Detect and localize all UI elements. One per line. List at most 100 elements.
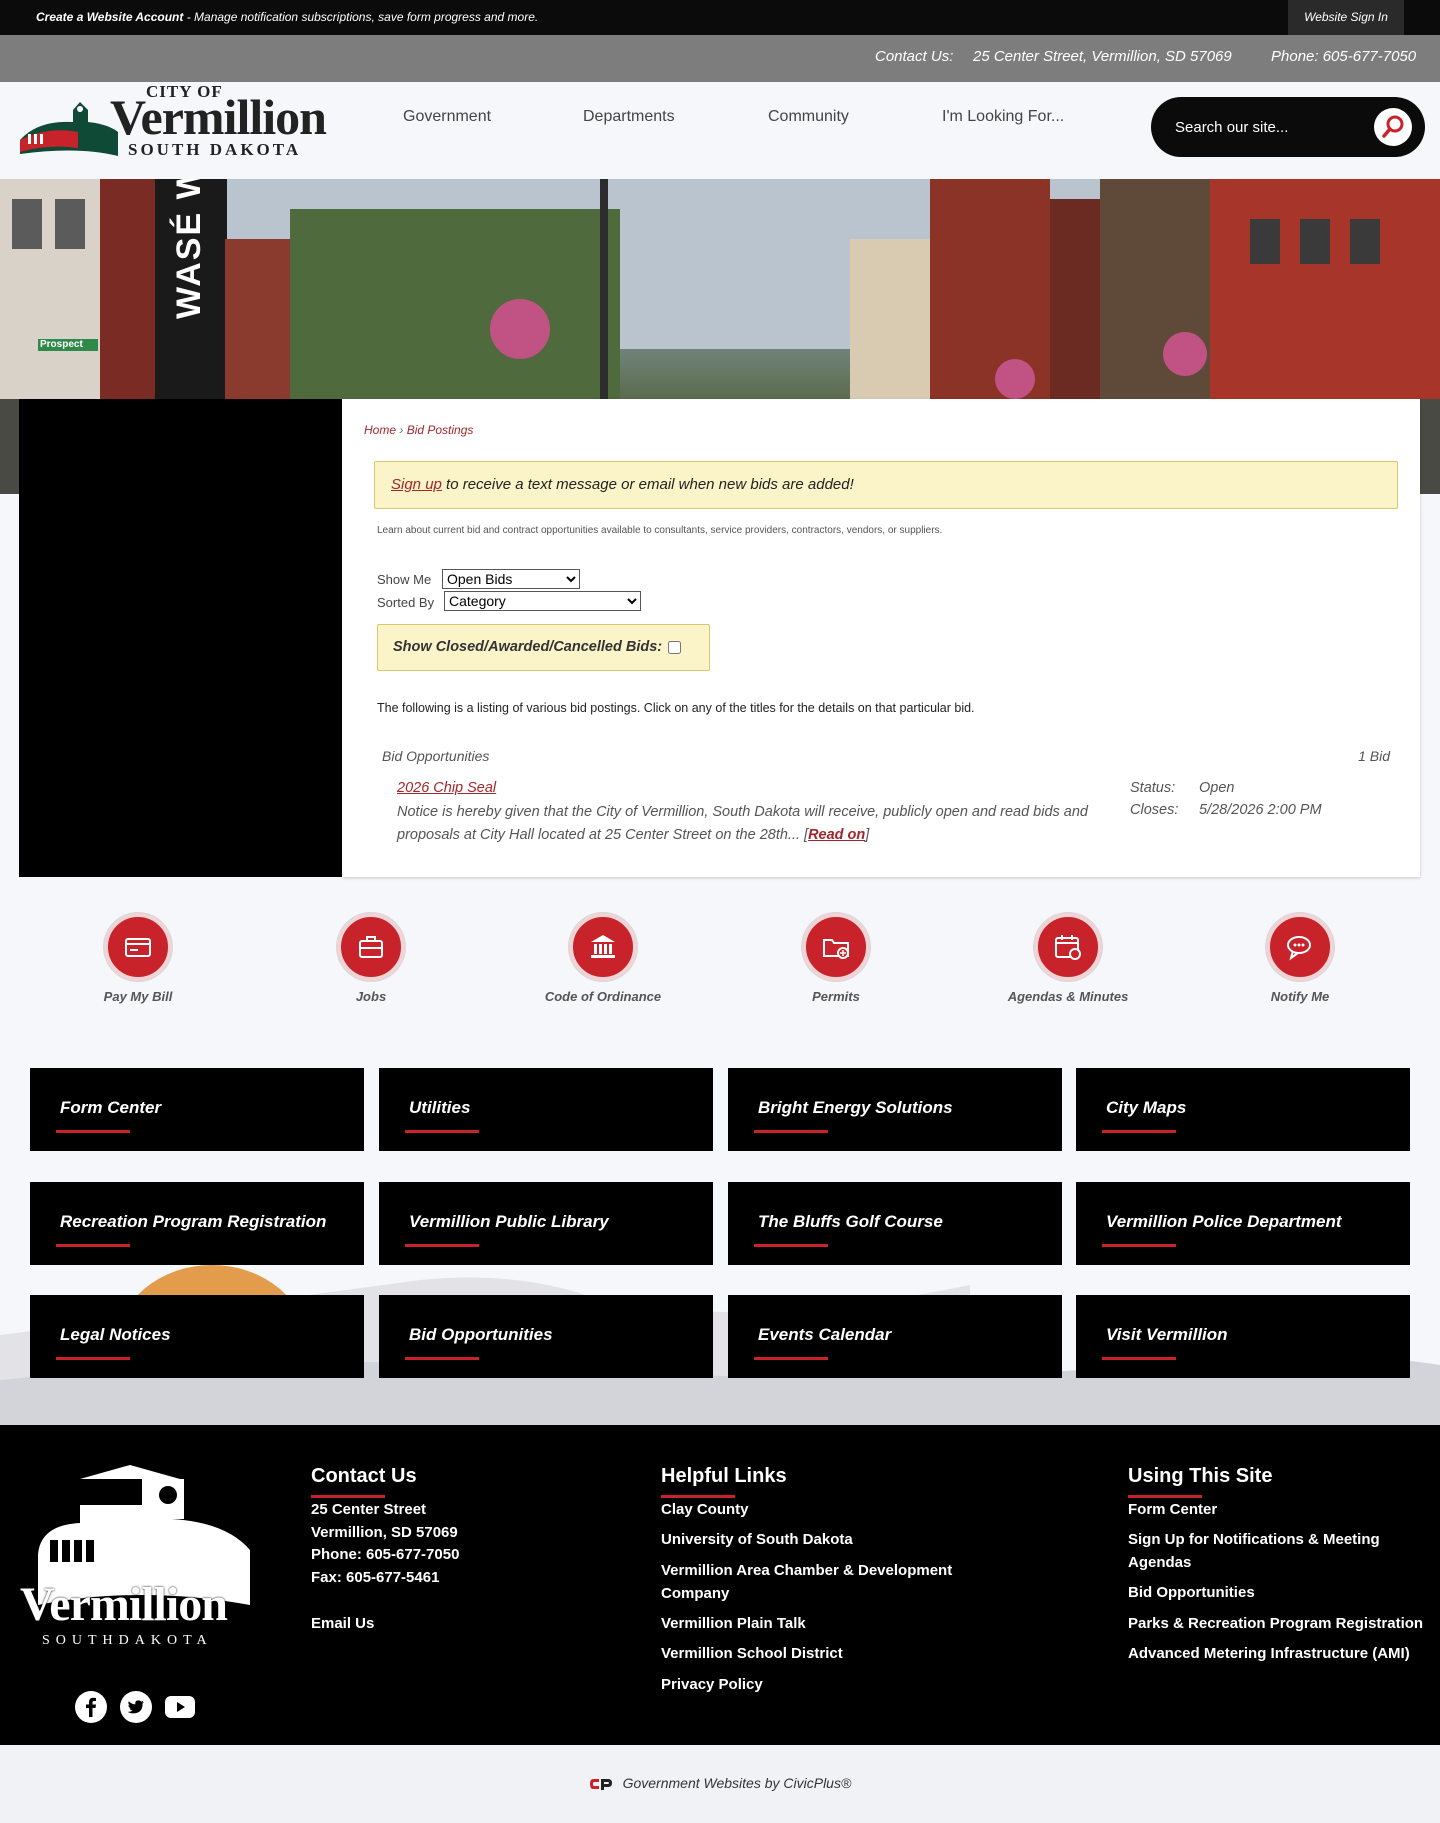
tile-utilities[interactable]: Utilities <box>379 1068 713 1151</box>
helpful-link[interactable]: Vermillion Area Chamber & Development Co… <box>661 1559 961 1605</box>
using-site-link[interactable]: Sign Up for Notifications & Meeting Agen… <box>1128 1528 1408 1574</box>
nav-looking-for[interactable]: I'm Looking For... <box>942 108 1064 126</box>
sorted-by-select[interactable]: Category <box>444 591 641 611</box>
tile-underline <box>405 1357 479 1360</box>
helpful-link[interactable]: University of South Dakota <box>661 1528 853 1551</box>
sorted-by-label: Sorted By <box>377 595 435 610</box>
tile-public-library[interactable]: Vermillion Public Library <box>379 1182 713 1265</box>
helpful-link[interactable]: Privacy Policy <box>661 1673 763 1696</box>
tile-label: Visit Vermillion <box>1106 1325 1228 1344</box>
tile-visit-vermillion[interactable]: Visit Vermillion <box>1076 1295 1410 1378</box>
youtube-link[interactable] <box>165 1696 195 1718</box>
city-logo[interactable]: CITY OF Vermillion SOUTH DAKOTA <box>18 82 327 172</box>
quick-link-agendas-minutes[interactable]: Agendas & Minutes <box>993 913 1143 1004</box>
banner-sign-text: WASÉ WA <box>170 179 208 319</box>
signup-link[interactable]: Sign up <box>391 476 442 493</box>
bid-title-link[interactable]: 2026 Chip Seal <box>397 780 496 796</box>
folder-icon <box>823 939 849 959</box>
tile-underline <box>56 1357 130 1360</box>
civicplus-logo-icon <box>589 1779 612 1791</box>
show-closed-checkbox[interactable] <box>668 640 682 654</box>
tile-form-center[interactable]: Form Center <box>30 1068 364 1151</box>
signup-alert-text: to receive a text message or email when … <box>441 476 854 493</box>
tile-underline <box>1102 1244 1176 1247</box>
tile-city-maps[interactable]: City Maps <box>1076 1068 1410 1151</box>
tile-police-department[interactable]: Vermillion Police Department <box>1076 1182 1410 1265</box>
quick-link-code-of-ordinance[interactable]: Code of Ordinance <box>528 913 678 1004</box>
youtube-icon <box>177 1702 185 1712</box>
intro-text: Learn about current bid and contract opp… <box>377 525 943 536</box>
show-me-select[interactable]: Open Bids <box>442 569 580 589</box>
pay-my-bill-button[interactable] <box>104 913 172 981</box>
search-icon <box>1382 115 1404 138</box>
helpful-link[interactable]: Vermillion School District <box>661 1642 843 1665</box>
notify-me-button[interactable] <box>1266 913 1334 981</box>
tile-underline <box>1102 1130 1176 1133</box>
helpful-link[interactable]: Vermillion Plain Talk <box>661 1612 806 1635</box>
nav-community[interactable]: Community <box>768 108 849 126</box>
bid-description-end: ] <box>865 827 870 843</box>
breadcrumb-bid-postings[interactable]: Bid Postings <box>407 423 474 437</box>
tile-label: Utilities <box>409 1098 471 1117</box>
nav-departments[interactable]: Departments <box>583 108 675 126</box>
breadcrumb: Home › Bid Postings <box>364 423 473 437</box>
helpful-link[interactable]: Clay County <box>661 1498 749 1521</box>
bid-status-label: Status: <box>1130 780 1176 796</box>
tile-bid-opportunities[interactable]: Bid Opportunities <box>379 1295 713 1378</box>
show-me-label: Show Me <box>377 572 432 587</box>
contact-bar: Contact Us: 25 Center Street, Vermillion… <box>0 35 1440 82</box>
bid-description-text: Notice is hereby given that the City of … <box>397 804 1089 843</box>
read-on-link[interactable]: Read on <box>808 827 865 843</box>
tile-underline <box>754 1130 828 1133</box>
contact-address: 25 Center Street, Vermillion, SD 57069 <box>973 48 1232 65</box>
using-site-link[interactable]: Parks & Recreation Program Registration <box>1128 1612 1423 1635</box>
quick-link-label: Code of Ordinance <box>544 989 662 1004</box>
using-site-link[interactable]: Bid Opportunities <box>1128 1581 1255 1604</box>
bill-icon <box>125 938 151 957</box>
search-button[interactable] <box>1374 108 1412 146</box>
tile-events-calendar[interactable]: Events Calendar <box>728 1295 1062 1378</box>
using-site-heading-text: Using This Site <box>1128 1465 1273 1487</box>
using-site-link[interactable]: Form Center <box>1128 1498 1217 1521</box>
logo-vermillion: Vermillion <box>110 89 327 145</box>
tile-bright-energy-solutions[interactable]: Bright Energy Solutions <box>728 1068 1062 1151</box>
nav-government[interactable]: Government <box>403 108 491 126</box>
side-navigation-area <box>19 399 342 877</box>
tile-label: Recreation Program Registration <box>60 1212 327 1231</box>
footer-logo-main: Vermillion <box>20 1578 228 1631</box>
tile-label: Form Center <box>60 1098 162 1117</box>
tile-underline <box>405 1130 479 1133</box>
contact-heading: Contact Us <box>311 1465 417 1498</box>
twitter-link[interactable] <box>120 1691 152 1723</box>
email-us-link[interactable]: Email Us <box>311 1612 374 1635</box>
civicplus-link[interactable]: Government Websites by CivicPlus® <box>623 1775 852 1791</box>
tile-legal-notices[interactable]: Legal Notices <box>30 1295 364 1378</box>
logo-south-dakota: SOUTH DAKOTA <box>128 140 302 159</box>
tile-underline <box>754 1244 828 1247</box>
account-message: Create a Website Account - Manage notifi… <box>36 10 538 24</box>
tile-bluffs-golf-course[interactable]: The Bluffs Golf Course <box>728 1182 1062 1265</box>
quick-link-label: Jobs <box>355 989 387 1004</box>
permits-button[interactable] <box>802 913 870 981</box>
search-input[interactable] <box>1175 114 1355 140</box>
tile-recreation-registration[interactable]: Recreation Program Registration <box>30 1182 364 1265</box>
civicplus-credit: Government Websites by CivicPlus® <box>0 1745 1440 1823</box>
calendar-icon <box>1055 935 1081 960</box>
bid-closes-label: Closes: <box>1130 802 1179 818</box>
sign-in-button[interactable]: Website Sign In <box>1288 0 1404 35</box>
quick-link-label: Notify Me <box>1270 989 1330 1004</box>
agendas-minutes-button[interactable] <box>1034 913 1102 981</box>
breadcrumb-home[interactable]: Home <box>364 423 396 437</box>
bid-category-heading: Bid Opportunities <box>382 748 490 764</box>
top-bar: Create a Website Account - Manage notifi… <box>0 0 1440 35</box>
quick-link-permits[interactable]: Permits <box>761 913 911 1004</box>
code-of-ordinance-button[interactable] <box>569 913 637 981</box>
using-site-link[interactable]: Advanced Metering Infrastructure (AMI) <box>1128 1642 1410 1665</box>
facebook-link[interactable] <box>75 1691 107 1723</box>
quick-link-jobs[interactable]: Jobs <box>296 913 446 1004</box>
footer-logo: Vermillion SOUTHDAKOTA <box>20 1465 252 1665</box>
quick-link-notify-me[interactable]: Notify Me <box>1225 913 1375 1004</box>
quick-link-pay-my-bill[interactable]: Pay My Bill <box>63 913 213 1004</box>
jobs-button[interactable] <box>337 913 405 981</box>
create-account-link[interactable]: Create a Website Account <box>36 10 183 24</box>
